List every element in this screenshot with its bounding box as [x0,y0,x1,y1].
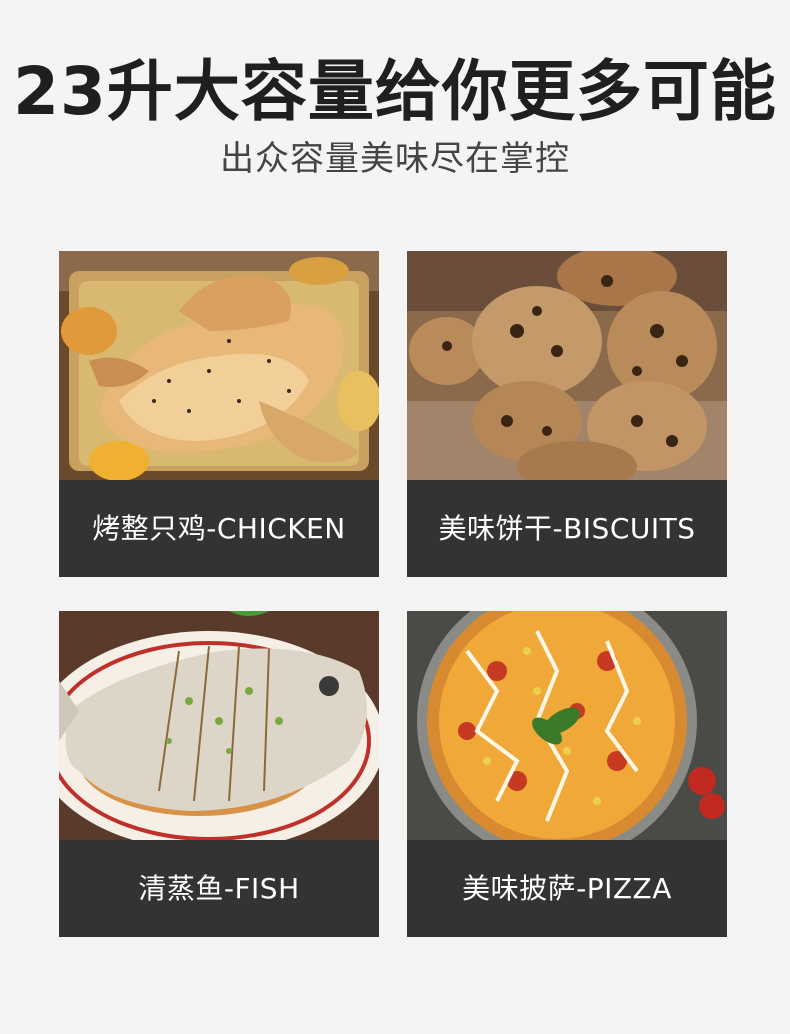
food-card-pizza: 美味披萨-PIZZA [407,611,727,937]
food-card-biscuits: 美味饼干-BISCUITS [407,251,727,577]
food-card-chicken: 烤整只鸡-CHICKEN [59,251,379,577]
biscuits-caption: 美味饼干-BISCUITS [407,480,727,577]
pizza-caption: 美味披萨-PIZZA [407,840,727,937]
food-card-fish: 清蒸鱼-FISH [59,611,379,937]
chicken-caption: 烤整只鸡-CHICKEN [59,480,379,577]
pizza-photo [407,611,727,840]
page-title: 23升大容量给你更多可能 [13,53,777,130]
steamed-fish-photo [59,611,379,840]
roast-chicken-photo [59,251,379,480]
cookies-photo [407,251,727,480]
fish-caption: 清蒸鱼-FISH [59,840,379,937]
page-subtitle: 出众容量美味尽在掌控 [220,139,570,179]
